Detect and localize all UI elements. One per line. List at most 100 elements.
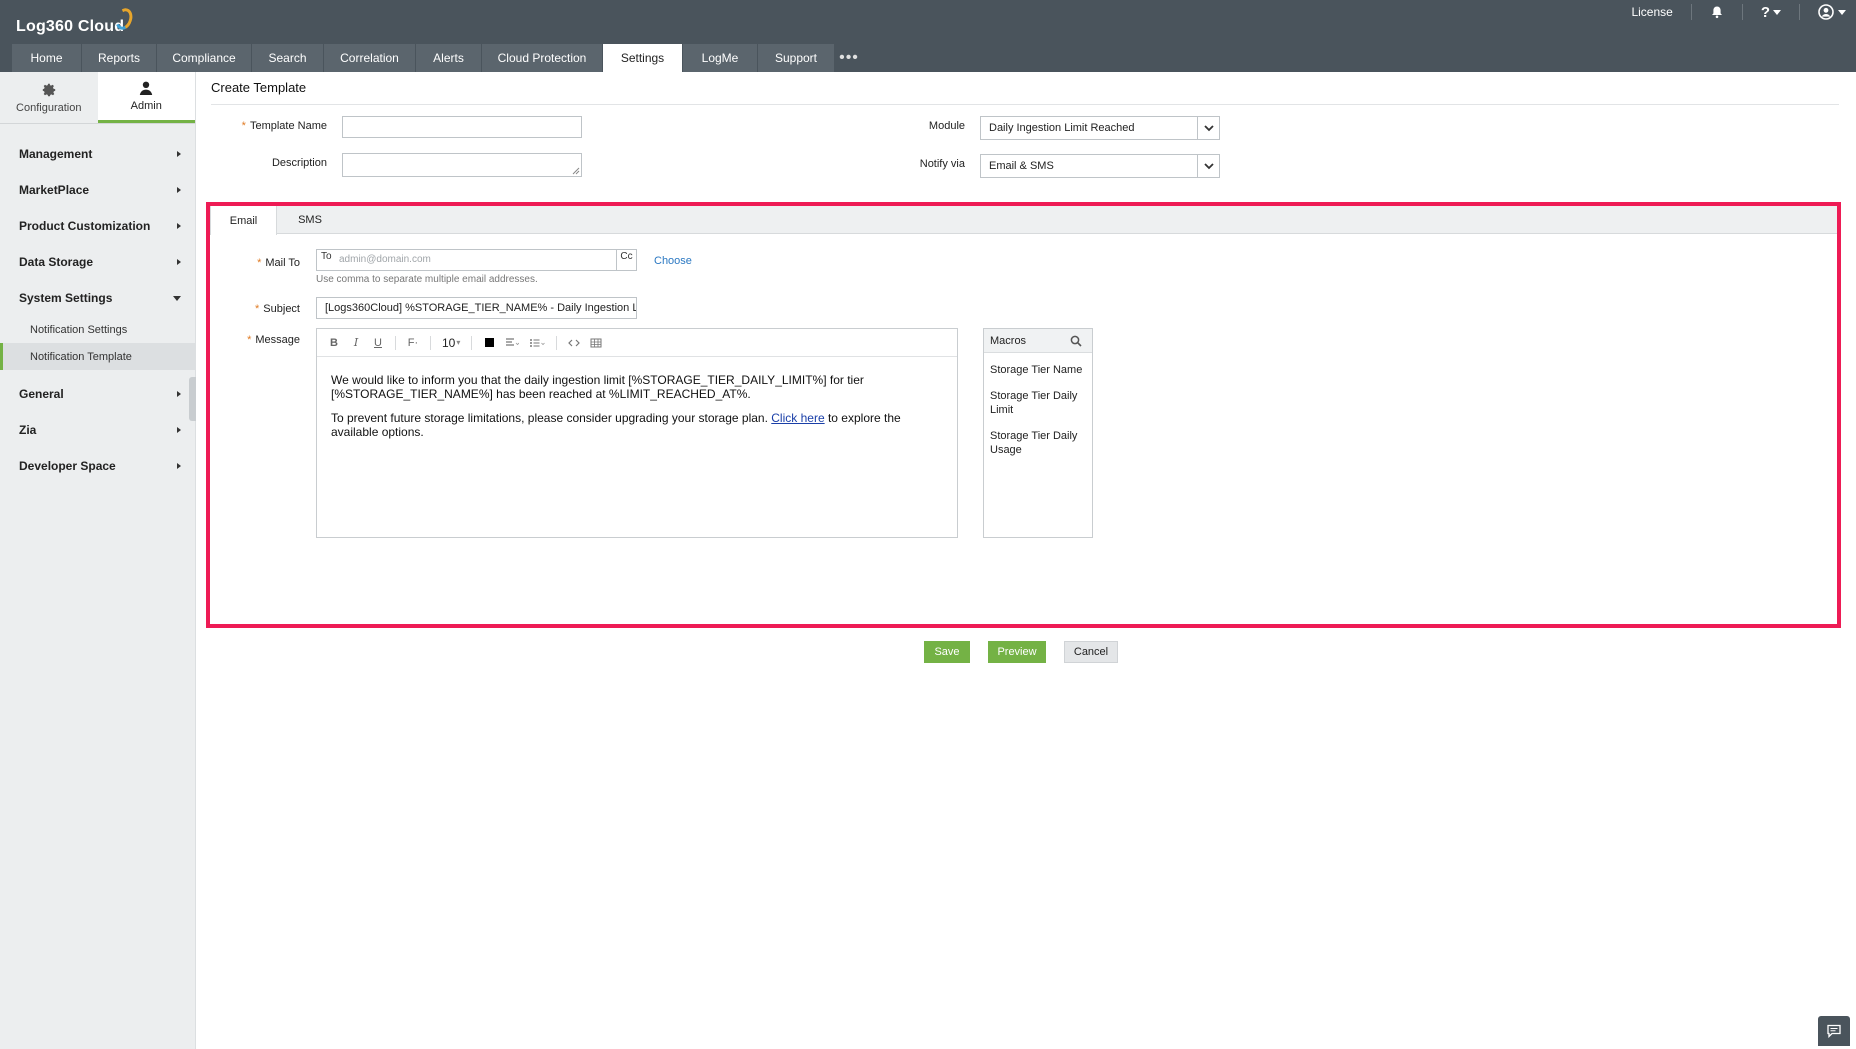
mail-to-input[interactable]: To admin@domain.com Cc — [316, 249, 637, 271]
sidebar-switcher: Configuration Admin — [0, 72, 195, 124]
font-family-button[interactable]: F· — [404, 333, 422, 353]
sidebar-item-label: Product Customization — [19, 219, 151, 233]
chevron-down-icon — [1203, 162, 1214, 169]
choose-link[interactable]: Choose — [654, 255, 692, 267]
tab-reports[interactable]: Reports — [82, 44, 157, 72]
chevron-down-icon — [1773, 9, 1781, 15]
description-label: Description — [271, 157, 327, 169]
to-label: To — [321, 251, 332, 262]
editor-body[interactable]: We would like to inform you that the dai… — [317, 357, 957, 465]
code-icon — [568, 339, 581, 346]
click-here-link[interactable]: Click here — [771, 411, 824, 425]
chevron-down-icon — [1203, 124, 1214, 131]
bell-icon[interactable] — [1710, 5, 1724, 19]
top-bar: Log360 Cloud License ? Home Reports Comp… — [0, 0, 1856, 72]
sidebar-item-marketplace[interactable]: MarketPlace — [0, 172, 195, 208]
chevron-right-icon — [177, 223, 181, 229]
table-icon — [590, 338, 602, 347]
cc-button[interactable]: Cc — [616, 250, 636, 270]
list-button[interactable] — [526, 333, 548, 353]
font-size-select[interactable]: 10 ▾ — [439, 333, 463, 353]
chevron-right-icon — [177, 259, 181, 265]
mail-to-label: * Mail To — [257, 257, 300, 269]
tab-alerts[interactable]: Alerts — [416, 44, 482, 72]
message-editor: B I U F· 10 ▾ We would like to inform yo… — [316, 328, 958, 538]
tab-support[interactable]: Support — [758, 44, 835, 72]
source-code-button[interactable] — [565, 333, 583, 353]
cancel-button[interactable]: Cancel — [1064, 641, 1118, 663]
sidebar-item-product-customization[interactable]: Product Customization — [0, 208, 195, 244]
font-size-value: 10 — [442, 335, 456, 350]
macros-title: Macros — [990, 334, 1027, 347]
sidebar-subitem-notification-settings[interactable]: Notification Settings — [0, 316, 195, 343]
notify-via-value: Email & SMS — [989, 160, 1054, 172]
align-button[interactable] — [502, 333, 522, 353]
tab-settings[interactable]: Settings — [603, 44, 683, 72]
template-name-input[interactable] — [342, 116, 582, 138]
tab-compliance[interactable]: Compliance — [157, 44, 252, 72]
dropdown-toggle[interactable] — [1197, 117, 1219, 139]
sidebar: Configuration Admin Management MarketPla… — [0, 72, 196, 1049]
table-button[interactable] — [587, 333, 605, 353]
chat-button[interactable] — [1818, 1016, 1850, 1046]
divider — [211, 104, 1839, 105]
divider — [1690, 4, 1692, 20]
subject-input[interactable]: [Logs360Cloud] %STORAGE_TIER_NAME% - Dai… — [316, 297, 637, 319]
message-paragraph: To prevent future storage limitations, p… — [331, 411, 901, 439]
sidebar-item-label: General — [19, 387, 64, 401]
help-menu[interactable]: ? — [1761, 4, 1781, 21]
macro-item[interactable]: Storage Tier Daily Usage — [984, 423, 1092, 463]
align-left-icon — [506, 337, 520, 346]
sidebar-item-data-storage[interactable]: Data Storage — [0, 244, 195, 280]
sidebar-item-system-settings[interactable]: System Settings — [0, 280, 195, 316]
top-right-actions: License ? — [1631, 0, 1846, 24]
notify-via-label: Notify via — [919, 158, 965, 170]
chevron-down-icon — [1838, 9, 1846, 15]
search-icon[interactable] — [1070, 335, 1082, 347]
chat-icon — [1827, 1024, 1841, 1038]
sidebar-collapse-handle[interactable] — [189, 377, 196, 421]
tab-home[interactable]: Home — [12, 44, 82, 72]
chevron-right-icon — [177, 463, 181, 469]
tab-cloud-protection[interactable]: Cloud Protection — [482, 44, 603, 72]
macros-panel: Macros Storage Tier Name Storage Tier Da… — [983, 328, 1093, 538]
app-logo[interactable]: Log360 Cloud — [16, 18, 124, 36]
divider — [556, 335, 558, 350]
macro-item[interactable]: Storage Tier Daily Limit — [984, 383, 1092, 423]
notify-via-select[interactable]: Email & SMS — [980, 154, 1220, 178]
tab-sms[interactable]: SMS — [277, 206, 343, 234]
sidebar-item-label: Developer Space — [19, 459, 116, 473]
sidebar-item-developer-space[interactable]: Developer Space — [0, 448, 195, 484]
tab-logme[interactable]: LogMe — [683, 44, 758, 72]
chevron-right-icon — [177, 151, 181, 157]
sidebar-item-zia[interactable]: Zia — [0, 412, 195, 448]
description-input[interactable] — [342, 153, 582, 177]
text-color-button[interactable] — [480, 333, 498, 353]
module-select[interactable]: Daily Ingestion Limit Reached — [980, 116, 1220, 140]
chevron-down-icon — [173, 295, 181, 301]
dropdown-toggle[interactable] — [1197, 155, 1219, 177]
sidebar-item-general[interactable]: General — [0, 376, 195, 412]
page-title: Create Template — [211, 80, 307, 95]
more-tabs-icon[interactable]: ••• — [835, 44, 863, 72]
tab-search[interactable]: Search — [252, 44, 324, 72]
save-button[interactable]: Save — [924, 641, 970, 663]
macro-item[interactable]: Storage Tier Name — [984, 357, 1092, 383]
tab-email[interactable]: Email — [210, 206, 277, 235]
italic-button[interactable]: I — [347, 333, 365, 353]
module-label: Module — [928, 120, 965, 132]
divider — [1741, 4, 1743, 20]
sidebar-subitem-notification-template[interactable]: Notification Template — [0, 343, 195, 370]
tab-correlation[interactable]: Correlation — [324, 44, 416, 72]
template-name-label: * Template Name — [241, 120, 327, 132]
license-link[interactable]: License — [1631, 5, 1672, 19]
user-menu[interactable] — [1818, 4, 1846, 20]
sidebar-tab-admin[interactable]: Admin — [97, 72, 195, 123]
sidebar-menu: Management MarketPlace Product Customiza… — [0, 124, 195, 484]
sidebar-item-management[interactable]: Management — [0, 136, 195, 172]
color-swatch-icon — [484, 338, 494, 347]
underline-button[interactable]: U — [369, 333, 387, 353]
sidebar-tab-configuration[interactable]: Configuration — [0, 72, 98, 123]
bold-button[interactable]: B — [325, 333, 343, 353]
preview-button[interactable]: Preview — [988, 641, 1046, 663]
